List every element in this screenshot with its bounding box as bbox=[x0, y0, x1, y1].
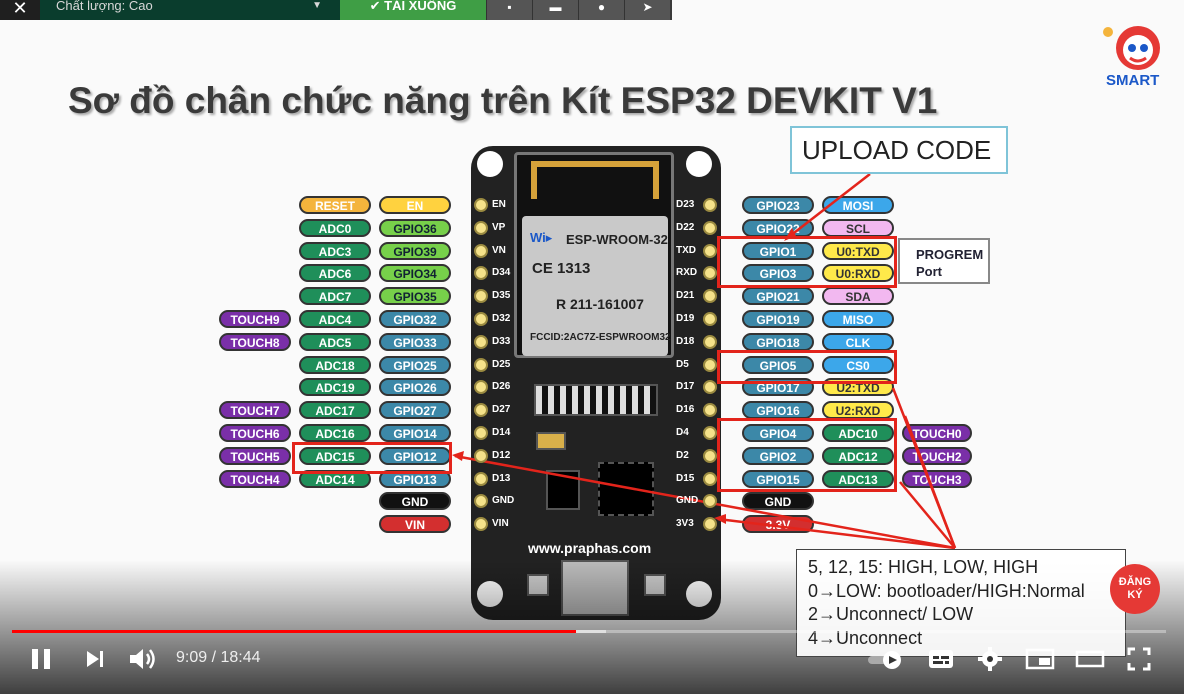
pin-header bbox=[474, 334, 488, 349]
pin-header bbox=[474, 198, 488, 212]
board-pin-name: D14 bbox=[492, 427, 511, 438]
pin-header bbox=[474, 471, 488, 486]
board-pin-name: TXD bbox=[676, 244, 696, 256]
board-pin-name: 3V3 bbox=[676, 518, 694, 530]
theater-icon[interactable] bbox=[1075, 649, 1105, 669]
board-pin-name: D17 bbox=[676, 381, 695, 393]
pin-header bbox=[703, 448, 717, 463]
board-pin-name: D26 bbox=[492, 381, 511, 393]
pin-header bbox=[703, 334, 717, 349]
board-pin-name: D15 bbox=[676, 472, 695, 484]
board-pin-name: D32 bbox=[492, 313, 511, 324]
board-pin-name: D13 bbox=[492, 472, 511, 484]
pin-header bbox=[703, 471, 717, 486]
board-pin-name: D34 bbox=[492, 267, 511, 279]
pin-header bbox=[703, 198, 717, 212]
video-player[interactable]: ✕ Chất lượng: Cao ▼ ✔ TẢI XUỐNG ▪ ▬ ● ➤ … bbox=[0, 0, 1184, 694]
pause-icon[interactable] bbox=[28, 646, 54, 672]
progress-played bbox=[12, 630, 577, 633]
autoplay-toggle-icon[interactable] bbox=[866, 650, 904, 670]
board-pin-name: D33 bbox=[492, 335, 511, 347]
pin-header bbox=[474, 426, 488, 440]
board-pin-name: D22 bbox=[676, 221, 695, 233]
upload-code-label: UPLOAD CODE bbox=[790, 126, 1008, 174]
pin-header bbox=[474, 312, 488, 326]
pin-header bbox=[703, 243, 717, 258]
pin-header bbox=[703, 312, 717, 326]
subtitles-icon[interactable] bbox=[928, 648, 954, 670]
progrem-port-label: PROGREM Port bbox=[898, 238, 990, 284]
board-pin-name: D12 bbox=[492, 449, 511, 461]
board-pin-name: D18 bbox=[676, 335, 695, 347]
board-pin-name: D23 bbox=[676, 199, 695, 210]
board-pin-name: D4 bbox=[676, 427, 689, 438]
note-line: 5, 12, 15: HIGH, LOW, HIGH bbox=[808, 557, 1039, 577]
board-pin-name: D25 bbox=[492, 358, 511, 370]
board-pin-name: D21 bbox=[676, 290, 695, 302]
fullscreen-icon[interactable] bbox=[1127, 647, 1151, 671]
pin-header bbox=[703, 220, 717, 235]
board-pin-name: GND bbox=[676, 495, 699, 507]
pin-header bbox=[474, 243, 488, 258]
next-icon[interactable] bbox=[84, 648, 106, 670]
pin-header bbox=[703, 357, 717, 372]
pin-header bbox=[474, 220, 488, 235]
note-line: 2→Unconnect/ LOW bbox=[808, 604, 974, 624]
board-pin-name: D16 bbox=[676, 404, 695, 416]
strapping-note: 5, 12, 15: HIGH, LOW, HIGH 0→LOW: bootlo… bbox=[796, 549, 1126, 657]
gear-icon[interactable] bbox=[978, 647, 1002, 671]
board-pin-name: EN bbox=[492, 199, 506, 210]
board-pin-name: VP bbox=[492, 221, 506, 233]
board-pin-name: VN bbox=[492, 244, 506, 256]
board-pin-name: GND bbox=[492, 495, 515, 507]
board-pin-name: D2 bbox=[676, 449, 689, 461]
progrem-line2: Port bbox=[916, 264, 942, 279]
time-display: 9:09 / 18:44 bbox=[176, 649, 261, 666]
pin-header bbox=[703, 426, 717, 440]
pin-header bbox=[474, 357, 488, 372]
note-line: 0→LOW: bootloader/HIGH:Normal bbox=[808, 580, 1085, 601]
pin-header bbox=[474, 448, 488, 463]
board-pin-name: D19 bbox=[676, 313, 695, 324]
subscribe-badge[interactable]: ĐĂNG KÝ bbox=[1110, 564, 1160, 614]
miniplayer-icon[interactable] bbox=[1025, 648, 1055, 670]
progress-bar[interactable] bbox=[12, 630, 1166, 633]
board-pin-name: RXD bbox=[676, 267, 698, 279]
board-pin-name: D27 bbox=[492, 404, 511, 416]
progrem-line1: PROGREM bbox=[916, 247, 984, 262]
board-pin-name: D5 bbox=[676, 358, 689, 370]
board-pin-name: VIN bbox=[492, 518, 509, 530]
volume-icon[interactable] bbox=[128, 645, 158, 673]
board-pin-name: D35 bbox=[492, 290, 511, 302]
